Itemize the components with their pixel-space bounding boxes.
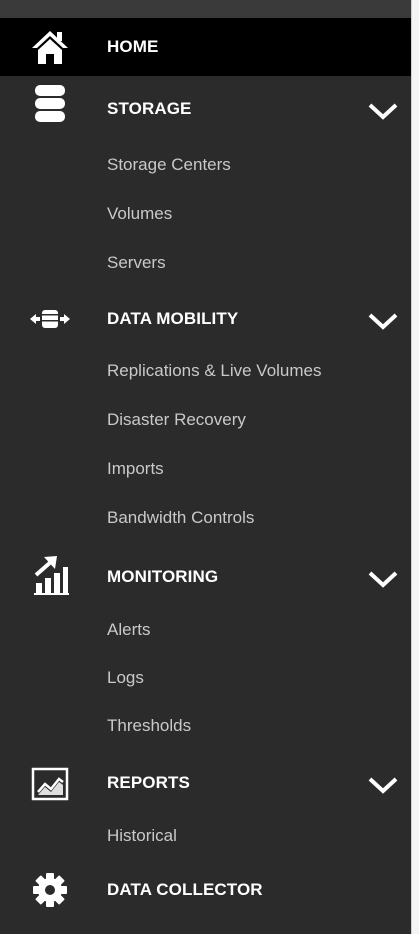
sidebar-top-strip xyxy=(0,0,411,18)
sidebar-edge xyxy=(411,0,419,934)
chevron-down-icon[interactable] xyxy=(366,100,400,122)
sub-item-volumes[interactable]: Volumes xyxy=(107,204,172,224)
data-transfer-icon xyxy=(28,297,72,341)
bar-chart-trend-icon xyxy=(28,553,72,597)
sub-item-bandwidth-controls[interactable]: Bandwidth Controls xyxy=(107,508,254,528)
sub-item-disaster-recovery[interactable]: Disaster Recovery xyxy=(107,410,246,430)
chevron-down-icon[interactable] xyxy=(366,774,400,796)
nav-item-home[interactable]: HOME xyxy=(0,18,411,76)
navigation-sidebar: HOME STORAGE Storage Centers Volumes Ser… xyxy=(0,0,411,934)
nav-label-home: HOME xyxy=(107,37,159,56)
sub-item-historical[interactable]: Historical xyxy=(107,826,177,846)
sub-item-replications-live-volumes[interactable]: Replications & Live Volumes xyxy=(107,361,322,381)
nav-item-storage[interactable]: STORAGE xyxy=(0,76,411,138)
nav-item-monitoring[interactable]: MONITORING xyxy=(0,548,411,604)
nav-item-reports[interactable]: REPORTS xyxy=(0,756,411,812)
nav-label-monitoring: MONITORING xyxy=(107,567,219,586)
sub-item-servers[interactable]: Servers xyxy=(107,253,166,273)
sub-item-imports[interactable]: Imports xyxy=(107,459,164,479)
line-chart-icon xyxy=(28,762,72,806)
gear-icon xyxy=(28,868,72,912)
nav-label-data-mobility: DATA MOBILITY xyxy=(107,309,239,328)
chevron-down-icon[interactable] xyxy=(366,568,400,590)
sub-item-thresholds[interactable]: Thresholds xyxy=(107,716,191,736)
sub-item-logs[interactable]: Logs xyxy=(107,668,144,688)
home-icon xyxy=(28,25,72,69)
nav-label-storage: STORAGE xyxy=(107,99,192,118)
chevron-down-icon[interactable] xyxy=(366,310,400,332)
nav-label-reports: REPORTS xyxy=(107,773,190,792)
database-icon xyxy=(28,82,72,126)
nav-item-data-collector[interactable]: DATA COLLECTOR xyxy=(0,862,411,918)
nav-label-data-collector: DATA COLLECTOR xyxy=(107,880,263,899)
sub-item-alerts[interactable]: Alerts xyxy=(107,620,150,640)
nav-item-data-mobility[interactable]: DATA MOBILITY xyxy=(0,292,411,346)
sub-item-storage-centers[interactable]: Storage Centers xyxy=(107,155,231,175)
